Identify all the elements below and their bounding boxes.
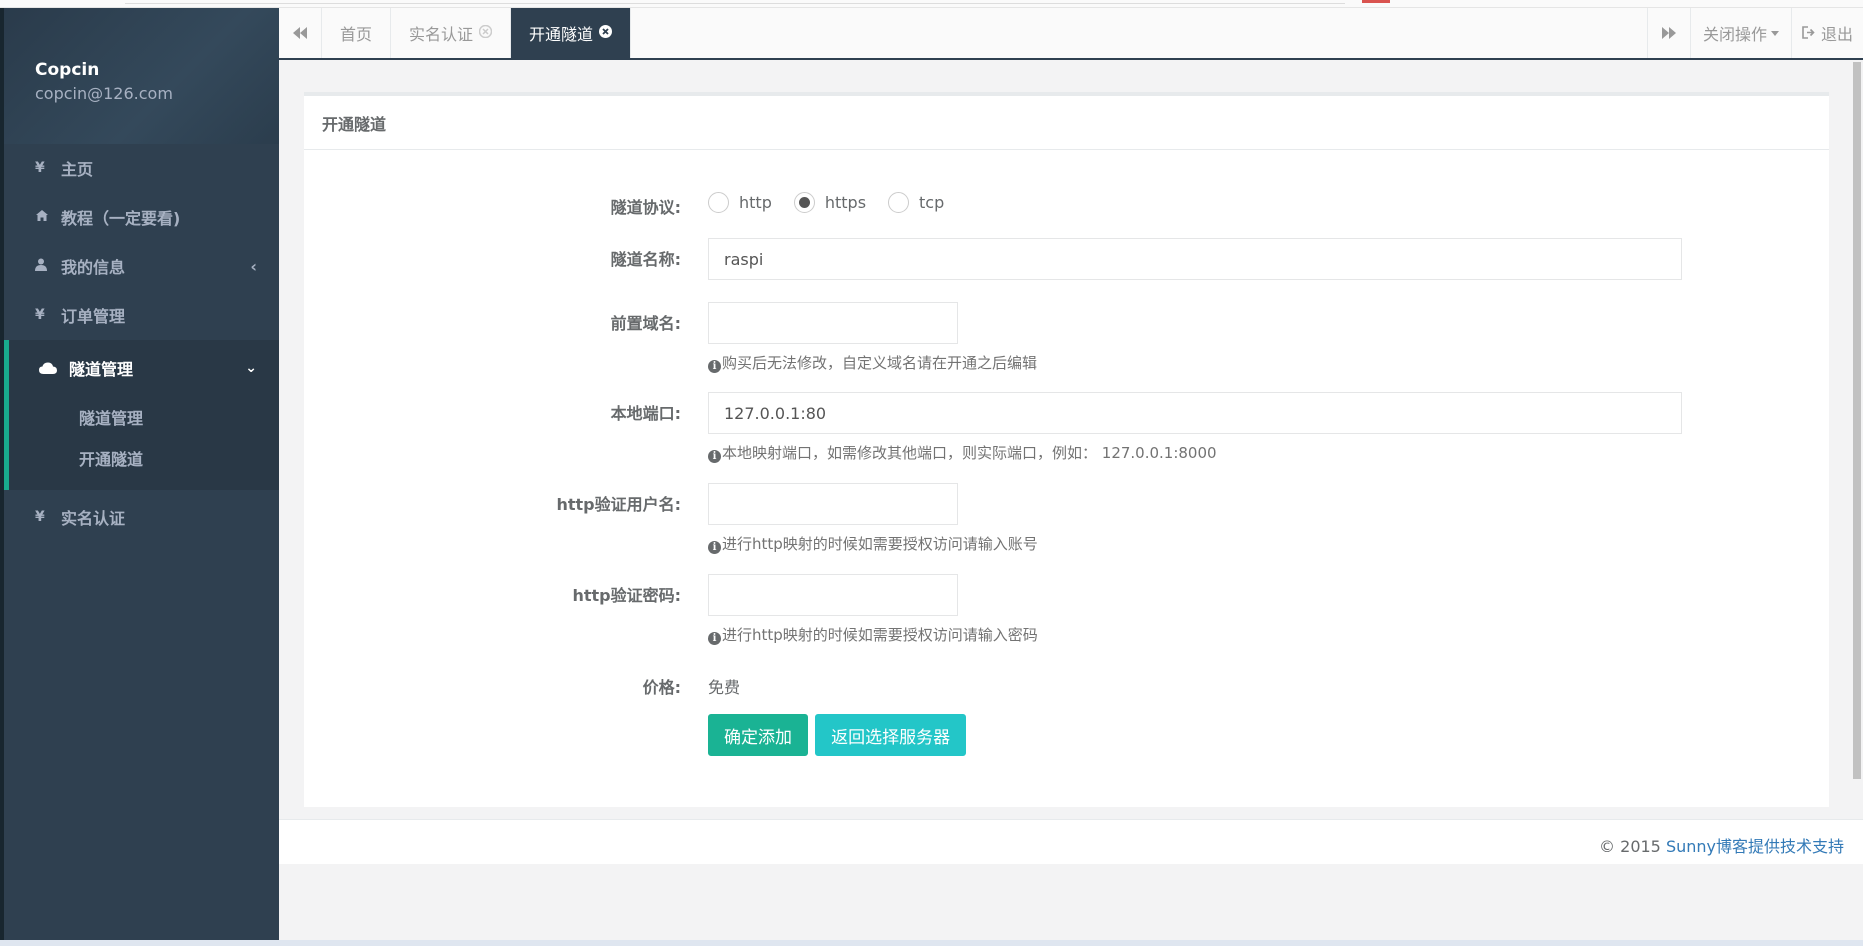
sidebar-subitem-label: 隧道管理 [79,409,144,428]
tab-tools: 关闭操作 退出 [1646,8,1863,58]
close-operations-dropdown[interactable]: 关闭操作 [1689,8,1791,58]
http-user-label: http验证用户名: [556,495,681,514]
tab-scroll-left-button[interactable] [279,8,322,58]
cloud-icon [39,359,61,378]
profile-header: Copcin copcin@126.com [4,8,279,144]
user-icon [35,258,53,275]
protocol-radio-tcp[interactable]: tcp [888,192,944,213]
footer: © 2015 Sunny博客提供技术支持 [279,819,1863,864]
http-user-help: i 进行http映射的时候如需要授权访问请输入账号 [708,533,1038,554]
domain-help: i 购买后无法修改，自定义域名请在开通之后编辑 [708,352,1037,373]
sidebar-item-label: 教程（一定要看) [61,209,181,228]
tab-verification[interactable]: 实名认证 [391,8,512,58]
sidebar-item-label: 主页 [61,160,94,179]
help-text: 本地映射端口，如需修改其他端口，则实际端口，例如： 127.0.0.1:8000 [722,444,1217,462]
tunnel-name-label: 隧道名称: [610,250,681,269]
local-port-help: i 本地映射端口，如需修改其他端口，则实际端口，例如： 127.0.0.1:800… [708,442,1217,463]
copyright-text: © 2015 [1599,837,1666,856]
support-link[interactable]: Sunny博客提供技术支持 [1666,837,1844,856]
http-password-input[interactable] [708,574,958,616]
caret-down-icon [1770,30,1779,36]
yen-icon: ¥ [35,160,45,176]
sidebar-item-home[interactable]: ¥ 主页 [4,144,279,192]
taskbar-edge [0,940,1863,946]
sidebar-subitem-open-tunnel[interactable]: 开通隧道 [9,438,279,478]
radio-circle-selected[interactable] [793,192,815,213]
info-circle-icon: i [708,360,721,373]
browser-strip [0,0,1863,8]
user-name[interactable]: Copcin [35,60,279,80]
radio-label: http [739,193,772,212]
sidebar-subitem-tunnel-manage[interactable]: 隧道管理 [9,396,279,438]
sidebar-item-tutorial[interactable]: 教程（一定要看) [4,192,279,242]
close-operations-label: 关闭操作 [1702,25,1767,44]
info-circle-icon: i [708,450,721,463]
sidebar-item-my-info[interactable]: 我的信息 ‹ [4,242,279,290]
tunnel-name-input[interactable]: raspi [708,238,1682,280]
tab-home[interactable]: 首页 [322,8,392,58]
main-content: 开通隧道 隧道协议: http https tcp 隧道名称: raspi 前置… [279,62,1863,940]
back-to-server-select-button[interactable]: 返回选择服务器 [815,714,967,756]
chevron-down-icon: ⌄ [245,360,257,376]
http-password-help: i 进行http映射的时候如需要授权访问请输入密码 [708,624,1038,645]
user-email: copcin@126.com [35,84,173,103]
open-tunnel-panel: 开通隧道 隧道协议: http https tcp 隧道名称: raspi 前置… [304,92,1829,807]
protocol-label: 隧道协议: [610,198,681,217]
price-label: 价格: [642,678,681,697]
tab-scroll-right-button[interactable] [1646,8,1690,58]
tab-label: 开通隧道 [529,25,594,44]
sidebar-item-verification[interactable]: ¥ 实名认证 [4,490,279,544]
sign-out-icon [1802,24,1816,43]
price-value: 免费 [708,678,741,697]
sidebar-item-tunnels[interactable]: 隧道管理 ⌄ [9,340,279,396]
logout-button[interactable]: 退出 [1790,8,1863,58]
logout-label: 退出 [1820,25,1853,44]
sidebar-item-label: 实名认证 [61,509,126,528]
info-circle-icon: i [708,632,721,645]
sidebar-group-tunnels: 隧道管理 ⌄ 隧道管理 开通隧道 [4,340,279,490]
tab-list: 首页 实名认证 开通隧道 [322,8,632,58]
tab-open-tunnel[interactable]: 开通隧道 [511,8,632,58]
http-password-label: http验证密码: [572,586,681,605]
yen-icon: ¥ [35,509,45,525]
protocol-radio-https[interactable]: https [793,192,867,213]
panel-title: 开通隧道 [304,96,1829,150]
domain-input[interactable] [708,302,958,344]
close-circle-icon[interactable] [478,24,493,42]
help-text: 进行http映射的时候如需要授权访问请输入账号 [722,535,1038,553]
tab-label: 首页 [340,25,373,44]
home-icon [35,209,53,226]
radio-label: tcp [919,193,945,212]
tab-bar: 首页 实名认证 开通隧道 关闭操作 退出 [279,8,1863,60]
help-text: 进行http映射的时候如需要授权访问请输入密码 [722,626,1038,644]
info-circle-icon: i [708,541,721,554]
sidebar-item-orders[interactable]: ¥ 订单管理 [4,290,279,340]
sidebar-item-label: 我的信息 [61,258,126,277]
browser-indicator [1362,0,1390,3]
backward-icon [293,24,307,43]
chevron-left-icon: ‹ [250,256,257,276]
yen-icon: ¥ [35,307,45,323]
domain-label: 前置域名: [610,314,681,333]
radio-circle[interactable] [708,192,729,213]
close-circle-icon[interactable] [599,24,613,42]
help-text: 购买后无法修改，自定义域名请在开通之后编辑 [722,354,1038,372]
tab-label: 实名认证 [409,25,474,44]
vertical-scrollbar[interactable] [1853,62,1861,779]
radio-label: https [824,193,867,212]
footer-text: © 2015 Sunny博客提供技术支持 [1599,833,1844,857]
local-port-label: 本地端口: [610,404,681,423]
sidebar-item-label: 订单管理 [61,307,126,326]
confirm-add-button[interactable]: 确定添加 [708,714,808,756]
radio-circle[interactable] [888,192,910,213]
address-bar-edge [125,0,1345,4]
sidebar-subitem-label: 开通隧道 [79,450,144,469]
local-port-input[interactable]: 127.0.0.1:80 [708,392,1682,434]
sidebar: Copcin copcin@126.com ¥ 主页 教程（一定要看) 我的信息… [0,8,279,940]
protocol-radio-group: http https tcp [708,192,966,213]
protocol-radio-http[interactable]: http [708,192,772,213]
http-user-input[interactable] [708,483,958,525]
sidebar-item-label: 隧道管理 [69,360,134,379]
forward-icon [1661,24,1676,43]
